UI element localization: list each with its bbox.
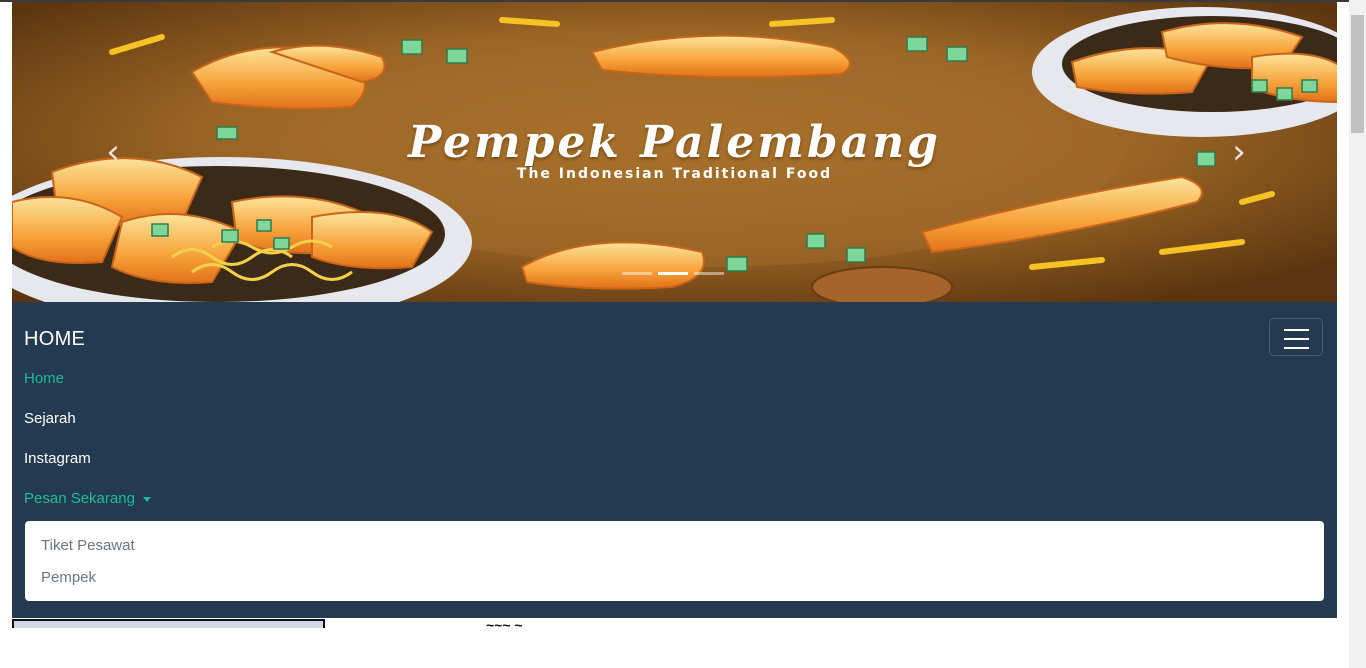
- nav-link-instagram[interactable]: Instagram: [24, 450, 91, 467]
- nav-dropdown-label: Pesan Sekarang: [24, 490, 135, 507]
- nav-link-home[interactable]: Home: [24, 370, 64, 387]
- banner-subtitle: The Indonesian Traditional Food: [516, 166, 833, 182]
- navbar-toggler-button[interactable]: [1269, 318, 1323, 356]
- carousel-next-icon[interactable]: ›: [1224, 132, 1254, 172]
- nav-link-sejarah[interactable]: Sejarah: [24, 410, 76, 427]
- navbar: HOME Home Sejarah Instagram Pesan Sekara…: [12, 302, 1337, 618]
- dropdown-item-pempek[interactable]: Pempek: [41, 569, 96, 586]
- hamburger-icon: [1284, 329, 1309, 356]
- banner-carousel[interactable]: Pempek Palembang The Indonesian Traditio…: [12, 2, 1337, 302]
- dropdown-item-tiket-pesawat[interactable]: Tiket Pesawat: [41, 537, 135, 554]
- carousel-indicator-1[interactable]: [622, 272, 652, 275]
- content-image-thumbnail: [12, 619, 325, 628]
- nav-dropdown-pesan-sekarang[interactable]: Pesan Sekarang: [24, 490, 151, 507]
- banner-title: Pempek Palembang: [408, 117, 941, 168]
- caret-down-icon: [142, 496, 151, 502]
- carousel-indicator-3[interactable]: [694, 272, 724, 275]
- carousel-indicators: [622, 272, 724, 275]
- carousel-indicator-2[interactable]: [658, 272, 688, 275]
- carousel-prev-icon[interactable]: ‹: [98, 132, 128, 172]
- dropdown-menu: Tiket Pesawat Pempek: [25, 521, 1324, 601]
- navbar-brand[interactable]: HOME: [24, 328, 85, 351]
- scrollbar-thumb[interactable]: [1351, 15, 1364, 133]
- content-heading-partial: ~~~ ~: [486, 620, 523, 628]
- page-scrollbar[interactable]: [1349, 0, 1366, 668]
